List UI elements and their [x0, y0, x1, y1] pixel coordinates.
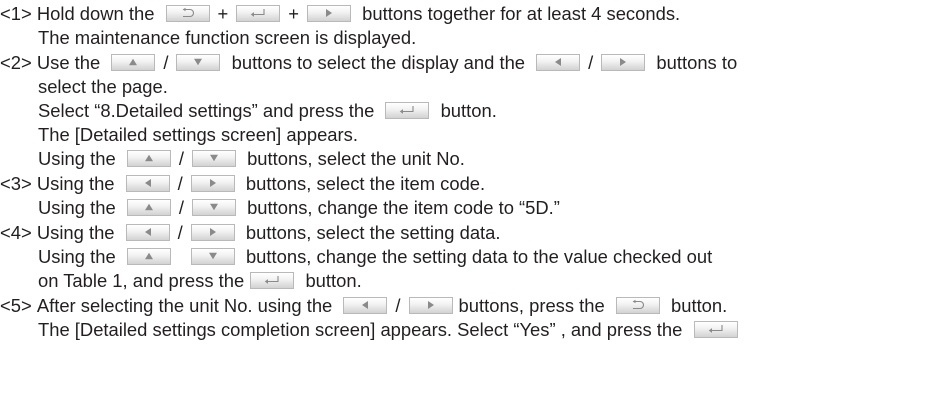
step-text: button.	[671, 295, 728, 317]
slash-separator: /	[588, 52, 594, 74]
step-text: button.	[440, 100, 497, 122]
step-2-line-1: <2> Use the / buttons to select the disp…	[0, 50, 737, 74]
slash-separator: /	[177, 222, 183, 244]
return-button-icon	[165, 4, 210, 22]
plus-sign: +	[217, 3, 229, 25]
down-arrow-button-icon	[191, 198, 236, 216]
slash-separator: /	[177, 173, 183, 195]
step-text: buttons, change the item code to “5D.”	[247, 197, 560, 219]
step-3-line-2: Using the / buttons, change the item cod…	[38, 195, 560, 219]
step-text: buttons to	[656, 52, 738, 74]
step-text: The maintenance function screen is displ…	[38, 27, 417, 49]
step-text: buttons, press the	[458, 295, 605, 317]
step-number: <3>	[0, 173, 32, 195]
step-2-line-4: The [Detailed settings screen] appears.	[38, 122, 358, 146]
left-arrow-button-icon	[343, 296, 388, 314]
right-arrow-button-icon	[307, 4, 352, 22]
up-arrow-button-icon	[111, 53, 156, 71]
slash-separator: /	[163, 52, 169, 74]
down-arrow-button-icon	[176, 53, 221, 71]
step-3-line-1: <3> Using the / buttons, select the item…	[0, 171, 485, 195]
step-text: The [Detailed settings completion screen…	[38, 319, 683, 341]
step-text: buttons, select the setting data.	[245, 222, 501, 244]
up-arrow-button-icon	[126, 198, 171, 216]
right-arrow-button-icon	[408, 296, 453, 314]
down-arrow-button-icon	[190, 247, 235, 265]
instruction-document: <1> Hold down the + + buttons together f…	[0, 0, 944, 414]
enter-button-icon	[385, 101, 430, 119]
right-arrow-button-icon	[601, 53, 646, 71]
step-1-line-2: The maintenance function screen is displ…	[38, 25, 416, 49]
left-arrow-button-icon	[125, 223, 170, 241]
enter-button-icon	[693, 320, 738, 338]
step-text: on Table 1, and press the	[38, 270, 245, 292]
step-text: buttons, change the setting data to the …	[245, 246, 713, 268]
return-button-icon	[615, 296, 660, 314]
step-text: buttons to select the display and the	[231, 52, 526, 74]
up-arrow-button-icon	[126, 149, 171, 167]
step-text: button.	[305, 270, 362, 292]
step-text: Using the	[38, 197, 116, 219]
step-2-line-2: select the page.	[38, 74, 168, 98]
right-arrow-button-icon	[190, 223, 235, 241]
slash-separator: /	[395, 295, 401, 317]
step-text: Use the	[36, 52, 101, 74]
down-arrow-button-icon	[191, 149, 236, 167]
up-arrow-button-icon	[126, 247, 171, 265]
step-4-line-2: Using the buttons, change the setting da…	[38, 244, 712, 268]
step-text: buttons, select the unit No.	[247, 148, 465, 170]
step-text: Hold down the	[36, 3, 155, 25]
enter-button-icon	[236, 4, 281, 22]
slash-separator: /	[178, 148, 184, 170]
step-text: Using the	[38, 148, 116, 170]
step-4-line-3: on Table 1, and press the button.	[38, 268, 362, 292]
step-5-line-2: The [Detailed settings completion screen…	[38, 317, 744, 341]
step-text: select the page.	[38, 76, 168, 98]
step-text: buttons, select the item code.	[245, 173, 486, 195]
step-number: <4>	[0, 222, 32, 244]
step-4-line-1: <4> Using the / buttons, select the sett…	[0, 220, 501, 244]
step-text: Using the	[36, 222, 115, 244]
step-2-line-3: Select “8.Detailed settings” and press t…	[38, 98, 497, 122]
plus-sign: +	[288, 3, 300, 25]
right-arrow-button-icon	[190, 174, 235, 192]
step-text: After selecting the unit No. using the	[36, 295, 333, 317]
enter-button-icon	[250, 271, 295, 289]
step-number: <2>	[0, 52, 32, 74]
left-arrow-button-icon	[536, 53, 581, 71]
step-5-line-1: <5> After selecting the unit No. using t…	[0, 293, 727, 317]
step-text: The [Detailed settings screen] appears.	[38, 124, 358, 146]
slash-separator: /	[178, 197, 184, 219]
step-2-line-5: Using the / buttons, select the unit No.	[38, 146, 465, 170]
step-text: Using the	[36, 173, 115, 195]
step-number: <1>	[0, 3, 32, 25]
left-arrow-button-icon	[125, 174, 170, 192]
step-text: Select “8.Detailed settings” and press t…	[38, 100, 375, 122]
step-1-line-1: <1> Hold down the + + buttons together f…	[0, 1, 680, 25]
step-text: buttons together for at least 4 seconds.	[362, 3, 681, 25]
step-text: Using the	[38, 246, 116, 268]
step-number: <5>	[0, 295, 32, 317]
